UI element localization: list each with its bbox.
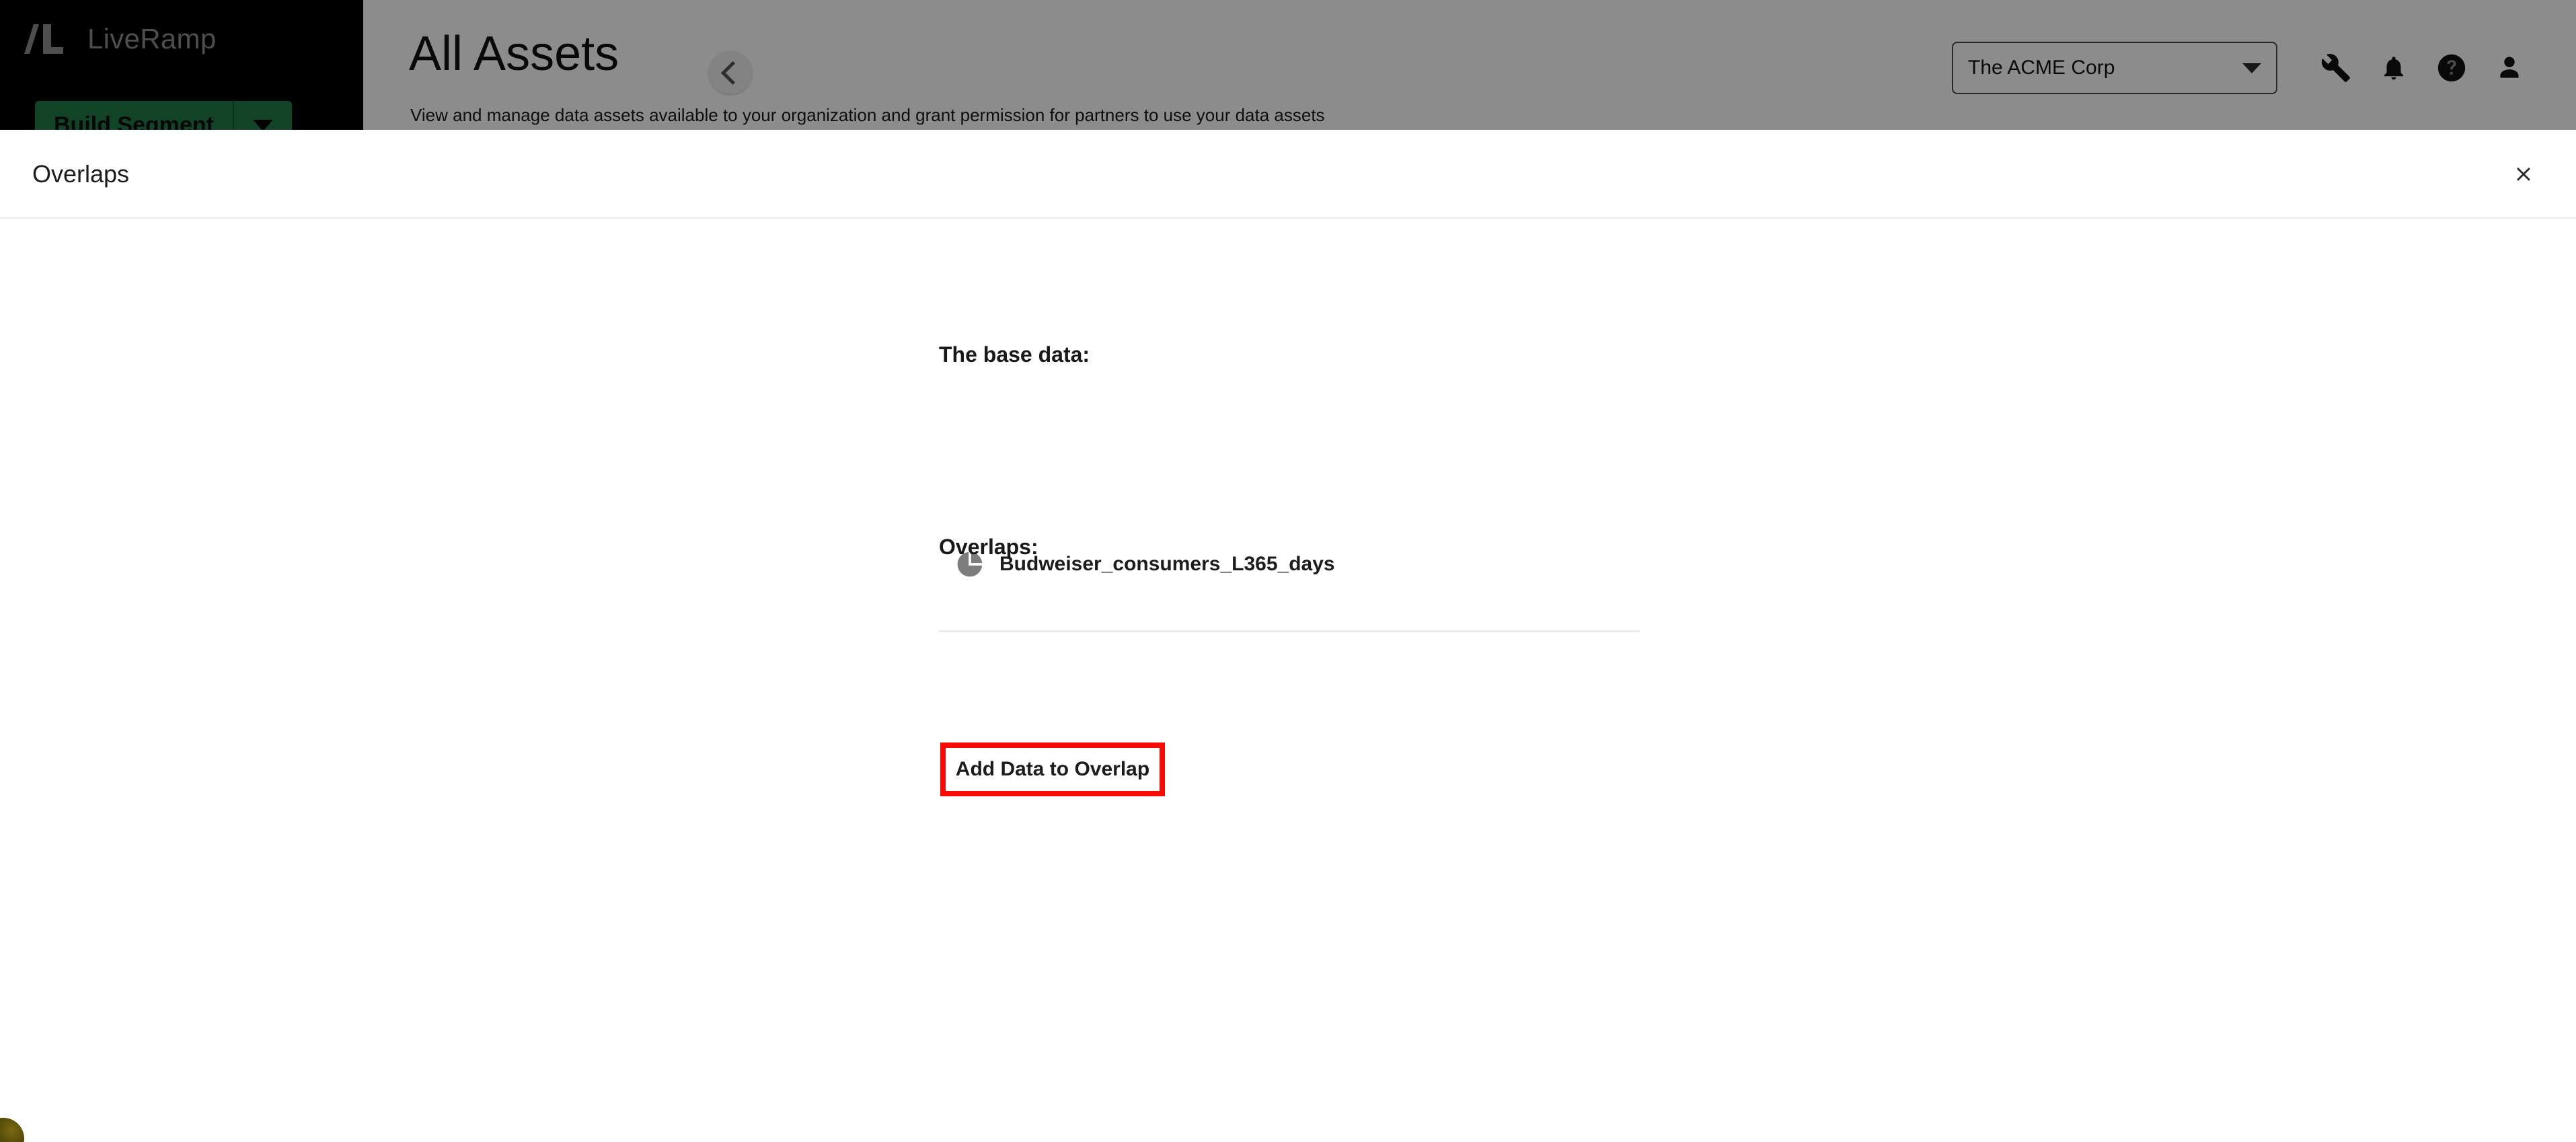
base-data-asset-name: Budweiser_consumers_L365_days xyxy=(999,553,1335,575)
overlaps-modal: Overlaps The base data: Budweiser_consum… xyxy=(0,130,2576,1142)
overlaps-label: Overlaps: xyxy=(939,535,1038,559)
modal-close-button[interactable] xyxy=(2503,154,2544,194)
modal-body: The base data: Budweiser_consumers_L365_… xyxy=(0,219,2576,1141)
modal-header: Overlaps xyxy=(0,130,2576,219)
screen-root: LiveRamp Build Segment All Assets View a… xyxy=(0,0,2576,1142)
add-data-to-overlap-button[interactable]: Add Data to Overlap xyxy=(946,748,1160,791)
base-data-label: The base data: xyxy=(939,342,1090,367)
section-divider xyxy=(939,630,1640,632)
close-icon xyxy=(2517,167,2530,181)
modal-title: Overlaps xyxy=(32,160,130,188)
